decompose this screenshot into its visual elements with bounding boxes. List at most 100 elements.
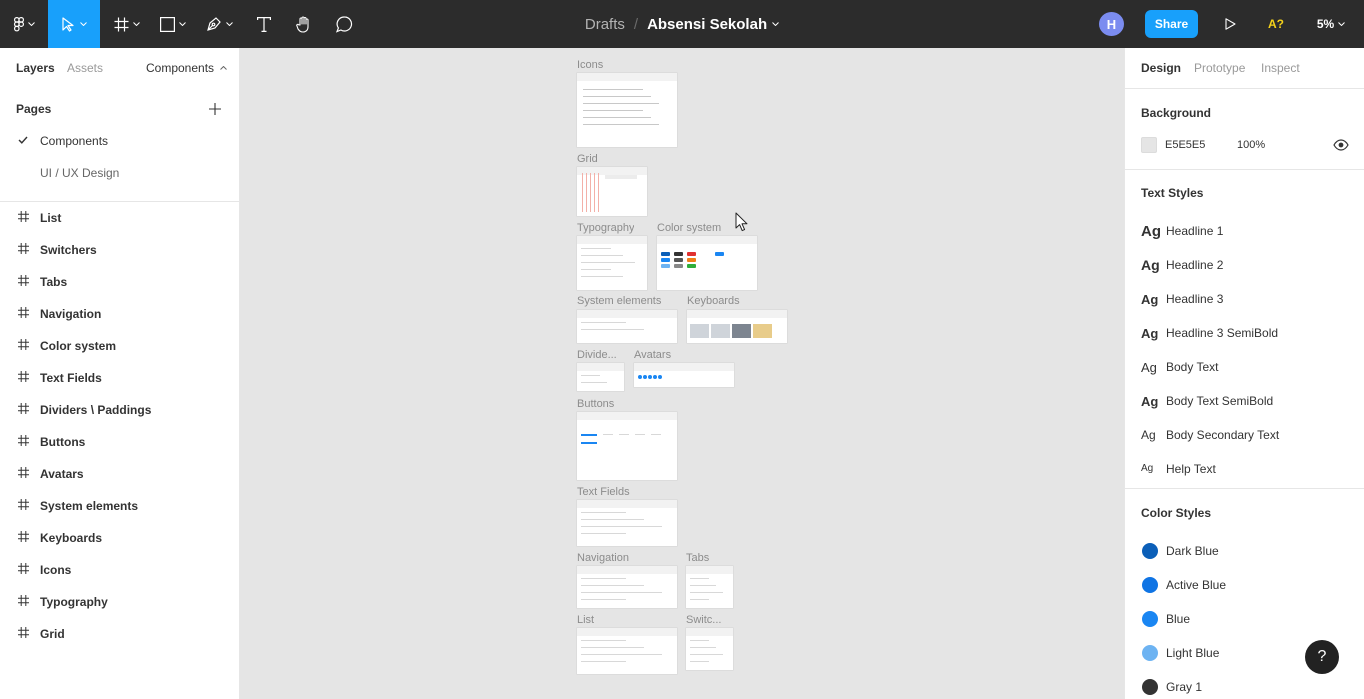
frame-label[interactable]: Text Fields [577, 486, 630, 498]
layer-item-label: Buttons [40, 435, 86, 449]
canvas-frame[interactable] [577, 500, 677, 546]
color-swatch [1142, 577, 1158, 593]
layer-item[interactable]: Navigation [0, 298, 240, 330]
frame-label[interactable]: Avatars [634, 349, 671, 361]
user-avatar[interactable]: H [1099, 12, 1124, 36]
color-style-item[interactable]: Gray 1 [1125, 671, 1364, 699]
accessibility-check-button[interactable]: A? [1262, 12, 1290, 36]
canvas[interactable]: Icons Grid Typography Color system System el… [240, 48, 1124, 699]
frame-label[interactable]: Color system [657, 222, 721, 234]
color-style-item[interactable]: Dark Blue [1125, 535, 1364, 569]
canvas-frame[interactable] [686, 628, 733, 670]
background-hex-input[interactable]: E5E5E5 [1165, 139, 1205, 151]
page-item-components[interactable]: Components [0, 125, 240, 157]
frame-label[interactable]: System elements [577, 295, 661, 307]
color-swatch [1142, 543, 1158, 559]
layer-item-label: Dividers \ Paddings [40, 403, 152, 417]
canvas-frame[interactable] [577, 566, 677, 608]
frame-label[interactable]: Tabs [686, 552, 709, 564]
text-style-preview: Ag [1141, 428, 1156, 442]
canvas-frame[interactable] [657, 236, 757, 290]
color-style-label: Gray 1 [1166, 680, 1203, 694]
frame-label[interactable]: Keyboards [687, 295, 740, 307]
main-menu-button[interactable] [0, 0, 48, 48]
frame-tool-button[interactable] [104, 0, 150, 48]
layer-item-label: Keyboards [40, 531, 103, 545]
color-styles-header: Color Styles [1141, 506, 1212, 520]
frame-label[interactable]: Grid [577, 153, 598, 165]
background-opacity-input[interactable]: 100% [1237, 139, 1265, 151]
plus-icon [209, 103, 221, 115]
chevron-down-icon[interactable] [772, 22, 779, 26]
text-style-item[interactable]: Ag Headline 2 [1125, 248, 1364, 282]
layer-item[interactable]: Grid [0, 618, 240, 650]
layer-item[interactable]: Color system [0, 330, 240, 362]
frame-label[interactable]: Divide... [577, 349, 622, 361]
text-style-item[interactable]: Ag Body Text SemiBold [1125, 384, 1364, 418]
canvas-frame[interactable] [577, 412, 677, 480]
eye-icon[interactable] [1333, 138, 1349, 152]
tab-assets[interactable]: Assets [67, 61, 103, 75]
page-item-ui-ux-design[interactable]: UI / UX Design [0, 157, 240, 189]
frame-label[interactable]: Typography [577, 222, 634, 234]
layer-item[interactable]: List [0, 202, 240, 234]
page-item-label: Components [40, 134, 109, 148]
canvas-frame[interactable] [577, 310, 677, 343]
text-style-item[interactable]: Ag Headline 3 SemiBold [1125, 316, 1364, 350]
layer-item[interactable]: Text Fields [0, 362, 240, 394]
text-style-label: Headline 1 [1166, 224, 1224, 238]
chevron-down-icon [79, 22, 87, 26]
layer-item[interactable]: Switchers [0, 234, 240, 266]
frame-label[interactable]: Navigation [577, 552, 629, 564]
canvas-frame[interactable] [577, 73, 677, 147]
add-page-button[interactable] [206, 100, 224, 118]
shape-tool-button[interactable] [150, 0, 196, 48]
breadcrumb-drafts-link[interactable]: Drafts [585, 16, 625, 33]
layer-item[interactable]: Typography [0, 586, 240, 618]
comment-tool-button[interactable] [324, 0, 364, 48]
layer-item[interactable]: Buttons [0, 426, 240, 458]
layer-item[interactable]: Avatars [0, 458, 240, 490]
canvas-frame[interactable] [577, 363, 624, 391]
tab-layers[interactable]: Layers [16, 61, 55, 75]
play-icon [1224, 18, 1236, 30]
zoom-dropdown[interactable]: 5% [1306, 12, 1356, 36]
layer-item[interactable]: System elements [0, 490, 240, 522]
mouse-cursor-icon [735, 212, 748, 232]
canvas-frame[interactable] [687, 310, 787, 343]
text-style-item[interactable]: Ag Headline 1 [1125, 214, 1364, 248]
file-name[interactable]: Absensi Sekolah [647, 16, 767, 33]
layer-item[interactable]: Keyboards [0, 522, 240, 554]
help-button[interactable]: ? [1305, 640, 1339, 674]
share-button[interactable]: Share [1145, 10, 1198, 38]
tab-inspect[interactable]: Inspect [1261, 61, 1300, 75]
text-style-item[interactable]: Ag Help Text [1125, 452, 1364, 486]
text-style-item[interactable]: Ag Headline 3 [1125, 282, 1364, 316]
frame-label[interactable]: List [577, 614, 594, 626]
frame-label[interactable]: Buttons [577, 398, 614, 410]
canvas-frame[interactable] [686, 566, 733, 608]
background-color-swatch[interactable] [1141, 137, 1157, 153]
canvas-frame[interactable] [577, 628, 677, 674]
canvas-frame[interactable] [577, 167, 647, 216]
color-style-item[interactable]: Active Blue [1125, 569, 1364, 603]
frame-label[interactable]: Icons [577, 59, 603, 71]
layer-item[interactable]: Icons [0, 554, 240, 586]
tab-prototype[interactable]: Prototype [1194, 61, 1245, 75]
frame-label[interactable]: Switc... [686, 614, 728, 626]
layer-item[interactable]: Tabs [0, 266, 240, 298]
move-tool-button[interactable] [48, 0, 100, 48]
tab-design[interactable]: Design [1141, 61, 1181, 75]
pen-tool-button[interactable] [196, 0, 242, 48]
pages-header: Pages [16, 102, 52, 116]
canvas-frame[interactable] [634, 363, 734, 387]
text-style-item[interactable]: Ag Body Secondary Text [1125, 418, 1364, 452]
page-dropdown[interactable]: Components [146, 61, 227, 75]
canvas-frame[interactable] [577, 236, 647, 290]
layer-item[interactable]: Dividers \ Paddings [0, 394, 240, 426]
color-style-item[interactable]: Blue [1125, 603, 1364, 637]
text-style-item[interactable]: Ag Body Text [1125, 350, 1364, 384]
hand-tool-button[interactable] [284, 0, 324, 48]
text-tool-button[interactable] [244, 0, 284, 48]
present-button[interactable] [1218, 12, 1242, 36]
